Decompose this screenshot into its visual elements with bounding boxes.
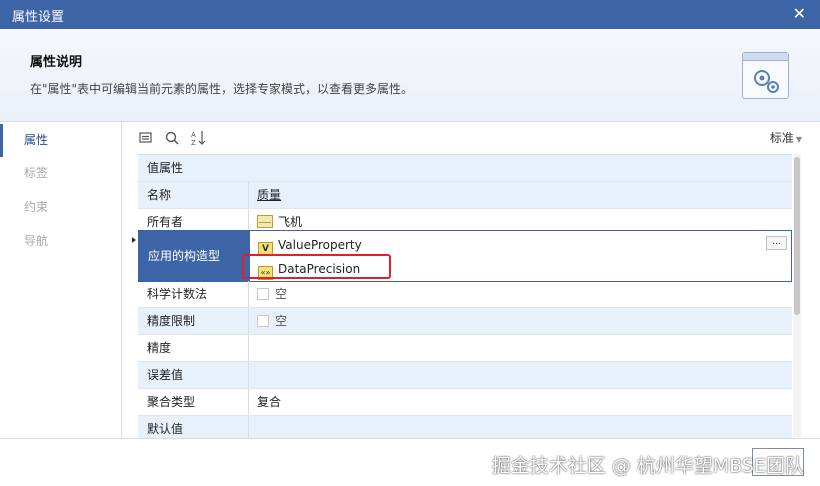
table-row[interactable]: 名称 质量 <box>138 182 792 209</box>
table-row[interactable]: 科学计数法 空 <box>138 281 792 308</box>
sort-az-icon[interactable]: AZ <box>190 128 210 148</box>
checkbox[interactable] <box>257 315 269 327</box>
block-icon <box>257 215 273 228</box>
search-icon[interactable] <box>164 128 184 148</box>
dialog-footer: 掘金技术社区 @ 杭州华望MBSE团队 <box>0 438 820 486</box>
table-row[interactable]: 误差值 <box>138 362 792 389</box>
nav-item-constraints[interactable]: 约束 <box>0 191 121 224</box>
scientific-text: 空 <box>275 287 288 301</box>
row-label-limit: 精度限制 <box>138 308 249 334</box>
svg-text:A: A <box>191 131 196 139</box>
nav-item-navigation[interactable]: 导航 <box>0 225 121 258</box>
table-row-selected[interactable]: 应用的构造型 V ValueProperty «» DataPrecision ..… <box>138 230 792 282</box>
group-label: 值属性 <box>147 161 184 175</box>
close-icon[interactable]: ✕ <box>793 4 806 23</box>
property-grid: 值属性 名称 质量 所有者 飞机 应用的构造型 V ValueProperty «… <box>138 154 792 438</box>
row-label-name: 名称 <box>138 182 249 208</box>
owner-text: 飞机 <box>278 215 303 229</box>
row-label-aggregation: 聚合类型 <box>138 389 249 415</box>
checkbox[interactable] <box>257 288 269 300</box>
row-value-scientific[interactable]: 空 <box>257 281 287 307</box>
dialog-title: 属性设置 <box>12 10 65 25</box>
settings-window-icon <box>742 52 789 99</box>
stereotype-2-text: DataPrecision <box>278 262 361 276</box>
grid-scrollbar[interactable] <box>793 154 801 438</box>
watermark-text: 掘金技术社区 @ 杭州华望MBSE团队 <box>491 455 804 477</box>
dialog-titlebar: 属性设置 ✕ <box>0 0 820 29</box>
row-label-partial: 默认值 <box>138 416 249 438</box>
property-toolbar: AZ 标准 ▼ <box>138 128 808 150</box>
scrollbar-thumb[interactable] <box>794 157 800 315</box>
row-value-aggregation[interactable]: 复合 <box>257 389 281 415</box>
nav-item-properties[interactable]: 属性 <box>0 124 121 157</box>
ellipsis-button[interactable]: ... <box>766 236 787 250</box>
stereotype-1-text: ValueProperty <box>278 238 362 252</box>
mode-select[interactable]: 标准 ▼ <box>770 129 802 146</box>
header-description: 在"属性"表中可编辑当前元素的属性，选择专家模式，以查看更多属性。 <box>30 82 414 96</box>
table-row[interactable]: 精度 <box>138 335 792 362</box>
value-property-icon: V <box>258 242 273 256</box>
row-label-stereotype: 应用的构造型 <box>139 231 250 281</box>
table-row[interactable]: 默认值 <box>138 416 792 438</box>
row-value-name[interactable]: 质量 <box>257 182 281 208</box>
left-navigation: 属性 标签 约束 导航 <box>0 122 122 438</box>
mode-select-value: 标准 <box>769 131 794 145</box>
dialog-header: 属性说明 在"属性"表中可编辑当前元素的属性，选择专家模式，以查看更多属性。 <box>0 29 820 122</box>
current-row-marker <box>132 237 136 243</box>
svg-text:Z: Z <box>191 139 196 147</box>
grid-group-row: 值属性 <box>138 155 792 182</box>
row-label-precision: 精度 <box>138 335 249 361</box>
list-view-icon[interactable] <box>138 128 158 148</box>
row-value-limit[interactable]: 空 <box>257 308 287 334</box>
nav-item-tags[interactable]: 标签 <box>0 157 121 190</box>
row-label-error: 误差值 <box>138 362 249 388</box>
stereotype-icon: «» <box>258 266 273 280</box>
table-row[interactable]: 聚合类型 复合 <box>138 389 792 416</box>
limit-text: 空 <box>275 314 288 328</box>
chevron-down-icon: ▼ <box>795 135 802 144</box>
table-row[interactable]: 精度限制 空 <box>138 308 792 335</box>
header-title: 属性说明 <box>30 55 83 70</box>
row-label-scientific: 科学计数法 <box>138 281 249 307</box>
